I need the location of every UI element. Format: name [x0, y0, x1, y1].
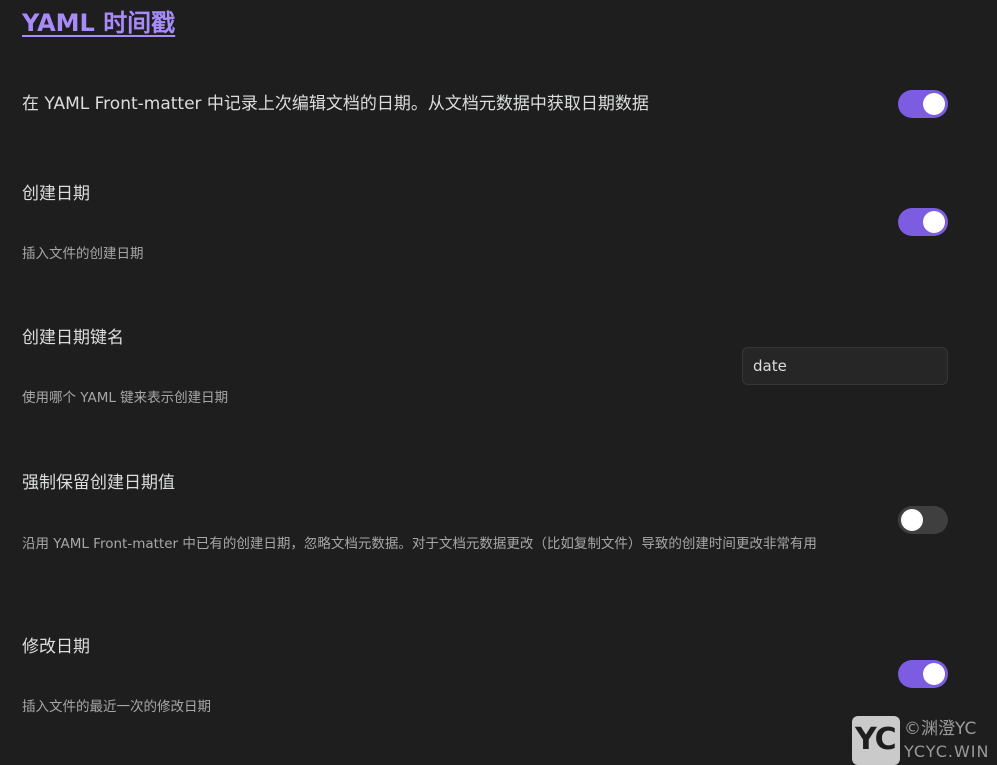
setting-name-created-date: 创建日期	[22, 184, 90, 204]
watermark: YC ©渊澄YC YCYC.WIN	[852, 716, 997, 765]
watermark-logo: YC	[852, 716, 900, 765]
watermark-domain: YCYC.WIN	[904, 742, 990, 761]
settings-page: YAML 时间戳 在 YAML Front-matter 中记录上次编辑文档的日…	[0, 0, 997, 765]
toggle-created-date[interactable]	[898, 208, 948, 236]
setting-desc-modified-date: 插入文件的最近一次的修改日期	[22, 699, 211, 715]
toggle-modified-date[interactable]	[898, 660, 948, 688]
watermark-logo-text: YC	[855, 722, 897, 757]
created-date-key-input[interactable]	[742, 347, 948, 385]
toggle-knob	[923, 211, 945, 233]
setting-desc-created-date: 插入文件的创建日期	[22, 246, 144, 262]
section-title[interactable]: YAML 时间戳	[22, 6, 175, 40]
toggle-force-keep-created-date[interactable]	[898, 506, 948, 534]
toggle-knob	[923, 93, 945, 115]
watermark-copyright: ©渊澄YC	[904, 719, 977, 739]
toggle-record-edit-date[interactable]	[898, 90, 948, 118]
setting-desc-created-date-key: 使用哪个 YAML 键来表示创建日期	[22, 390, 229, 406]
setting-name-record-edit-date: 在 YAML Front-matter 中记录上次编辑文档的日期。从文档元数据中…	[22, 94, 649, 114]
setting-desc-force-keep-created-date: 沿用 YAML Front-matter 中已有的创建日期，忽略文档元数据。对于…	[22, 536, 817, 552]
toggle-knob	[901, 509, 923, 531]
setting-name-modified-date: 修改日期	[22, 637, 90, 657]
setting-name-created-date-key: 创建日期键名	[22, 328, 124, 348]
setting-name-force-keep-created-date: 强制保留创建日期值	[22, 473, 175, 493]
toggle-knob	[923, 663, 945, 685]
